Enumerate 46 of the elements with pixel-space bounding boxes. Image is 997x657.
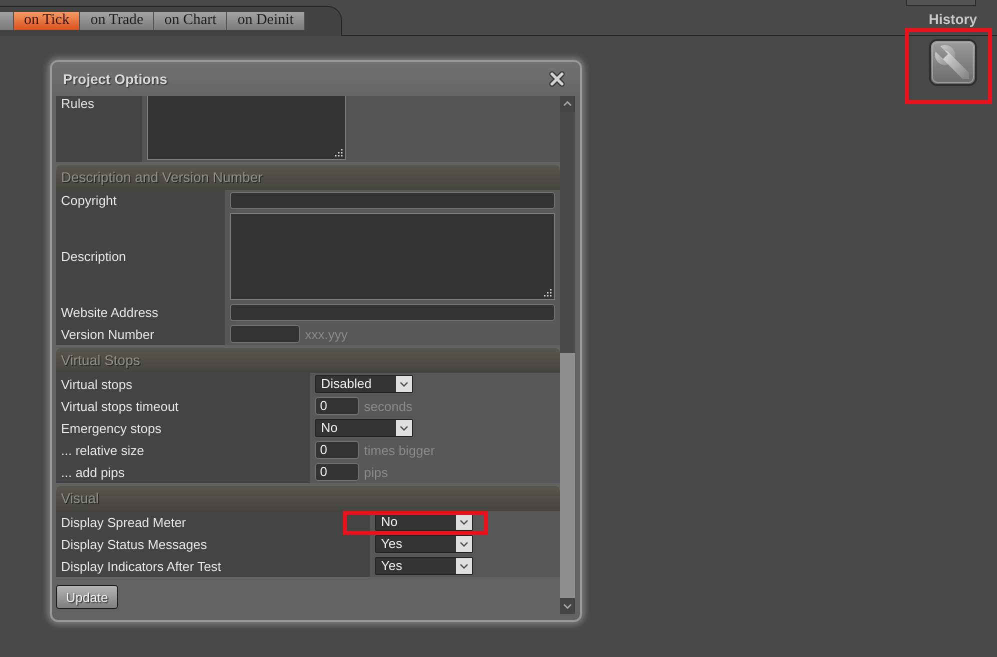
section-header: Virtual Stops [56,348,560,373]
field-label: ... add pips [56,461,310,483]
chevron-down-icon[interactable] [456,536,472,552]
history-label: History [928,11,977,27]
field-label: ... relative size [56,439,310,461]
field-label: Website Address [56,302,225,323]
dropdown[interactable]: No [315,419,413,437]
tab[interactable]: on Tick [14,12,80,30]
number-field[interactable]: 0 [315,397,359,415]
field-label: Rules [56,96,142,162]
field-label: Display Indicators After Test [56,555,370,577]
partial-tab[interactable] [0,12,14,30]
chevron-down-icon[interactable] [456,558,472,574]
field-label: Virtual stops timeout [56,395,310,417]
wrench-icon[interactable] [929,39,977,86]
tab[interactable]: on Deinit [227,12,305,30]
tab[interactable]: on Trade [80,12,154,30]
text-field[interactable] [230,192,555,209]
section-header: Visual [56,486,560,511]
chevron-down-icon[interactable] [396,420,412,436]
dropdown[interactable]: Yes [375,557,473,575]
chevron-down-icon[interactable] [560,598,575,614]
chevron-up-icon[interactable] [560,96,575,112]
close-icon[interactable] [548,70,566,88]
resize-grip-icon[interactable] [544,289,552,297]
field-label: Description [56,211,225,302]
field-label: Emergency stops [56,417,310,439]
number-field[interactable]: 0 [315,463,359,481]
text-field[interactable] [230,304,555,321]
dropdown[interactable]: Disabled [315,375,413,393]
field-label: Copyright [56,190,225,211]
dropdown[interactable]: Yes [375,535,473,553]
text-field[interactable] [230,325,300,343]
tab[interactable]: on Chart [154,12,228,30]
scrollbar-thumb[interactable] [560,353,575,598]
dialog-title: Project Options [63,71,168,87]
chevron-down-icon[interactable] [396,376,412,392]
number-field[interactable]: 0 [315,441,359,459]
field-label: Display Spread Meter [56,511,370,533]
field-label: Virtual stops [56,373,310,395]
field-label: Display Status Messages [56,533,370,555]
resize-grip-icon[interactable] [335,149,343,157]
chevron-down-icon[interactable] [456,514,472,530]
scrollbar-track[interactable] [560,96,575,614]
field-label: Version Number [56,323,225,345]
section-header: Description and Version Number [56,165,560,190]
